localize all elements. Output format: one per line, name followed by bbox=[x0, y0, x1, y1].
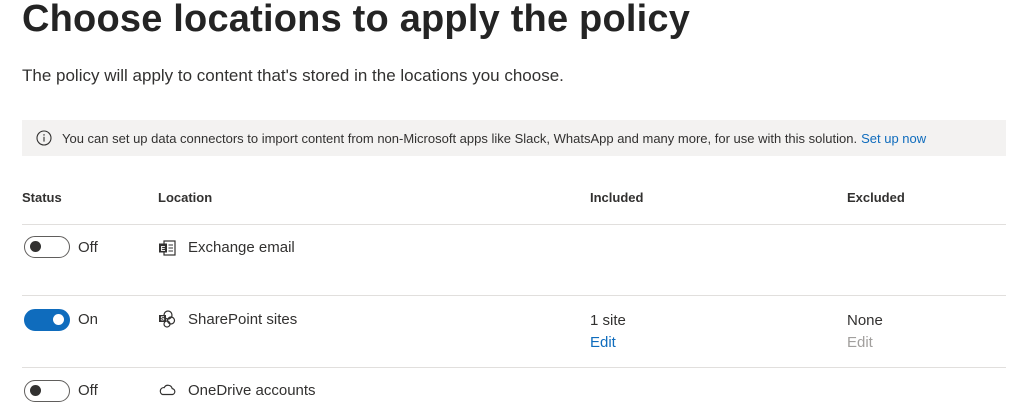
exchange-location-label: Exchange email bbox=[188, 239, 295, 256]
set-up-now-link[interactable]: Set up now bbox=[861, 131, 926, 146]
exchange-status-toggle[interactable] bbox=[24, 236, 70, 258]
onedrive-status-toggle[interactable] bbox=[24, 380, 70, 402]
policy-locations-page: Choose locations to apply the policy The… bbox=[0, 0, 1024, 410]
header-included: Included bbox=[590, 190, 644, 205]
svg-text:S: S bbox=[160, 317, 164, 323]
table-header: Status Location Included Excluded bbox=[0, 190, 1024, 208]
page-title: Choose locations to apply the policy bbox=[22, 0, 691, 40]
header-status: Status bbox=[22, 190, 62, 205]
toggle-knob bbox=[30, 241, 41, 252]
row-divider bbox=[22, 224, 1006, 225]
exchange-icon: E bbox=[158, 239, 176, 257]
onedrive-status-label: Off bbox=[78, 382, 98, 399]
info-bar: You can set up data connectors to import… bbox=[22, 120, 1006, 156]
row-divider bbox=[22, 367, 1006, 368]
onedrive-icon bbox=[158, 381, 176, 399]
sharepoint-included-edit-link[interactable]: Edit bbox=[590, 334, 616, 351]
info-bar-message: You can set up data connectors to import… bbox=[62, 130, 858, 146]
sharepoint-excluded-value: None bbox=[847, 312, 883, 329]
sharepoint-status-label: On bbox=[78, 311, 99, 328]
sharepoint-status-toggle[interactable] bbox=[24, 309, 70, 331]
page-subtitle: The policy will apply to content that's … bbox=[22, 66, 564, 85]
sharepoint-location-label: SharePoint sites bbox=[188, 311, 298, 328]
header-location: Location bbox=[158, 190, 213, 205]
sharepoint-included-value: 1 site bbox=[590, 312, 626, 329]
header-excluded: Excluded bbox=[847, 190, 905, 205]
toggle-knob bbox=[30, 385, 41, 396]
svg-text:E: E bbox=[161, 246, 166, 253]
row-divider bbox=[22, 295, 1006, 296]
toggle-knob bbox=[53, 314, 64, 325]
exchange-status-label: Off bbox=[78, 239, 98, 256]
info-icon bbox=[36, 130, 52, 146]
onedrive-location-label: OneDrive accounts bbox=[188, 382, 316, 399]
sharepoint-icon: S bbox=[158, 310, 176, 328]
sharepoint-excluded-edit-link: Edit bbox=[847, 334, 873, 351]
